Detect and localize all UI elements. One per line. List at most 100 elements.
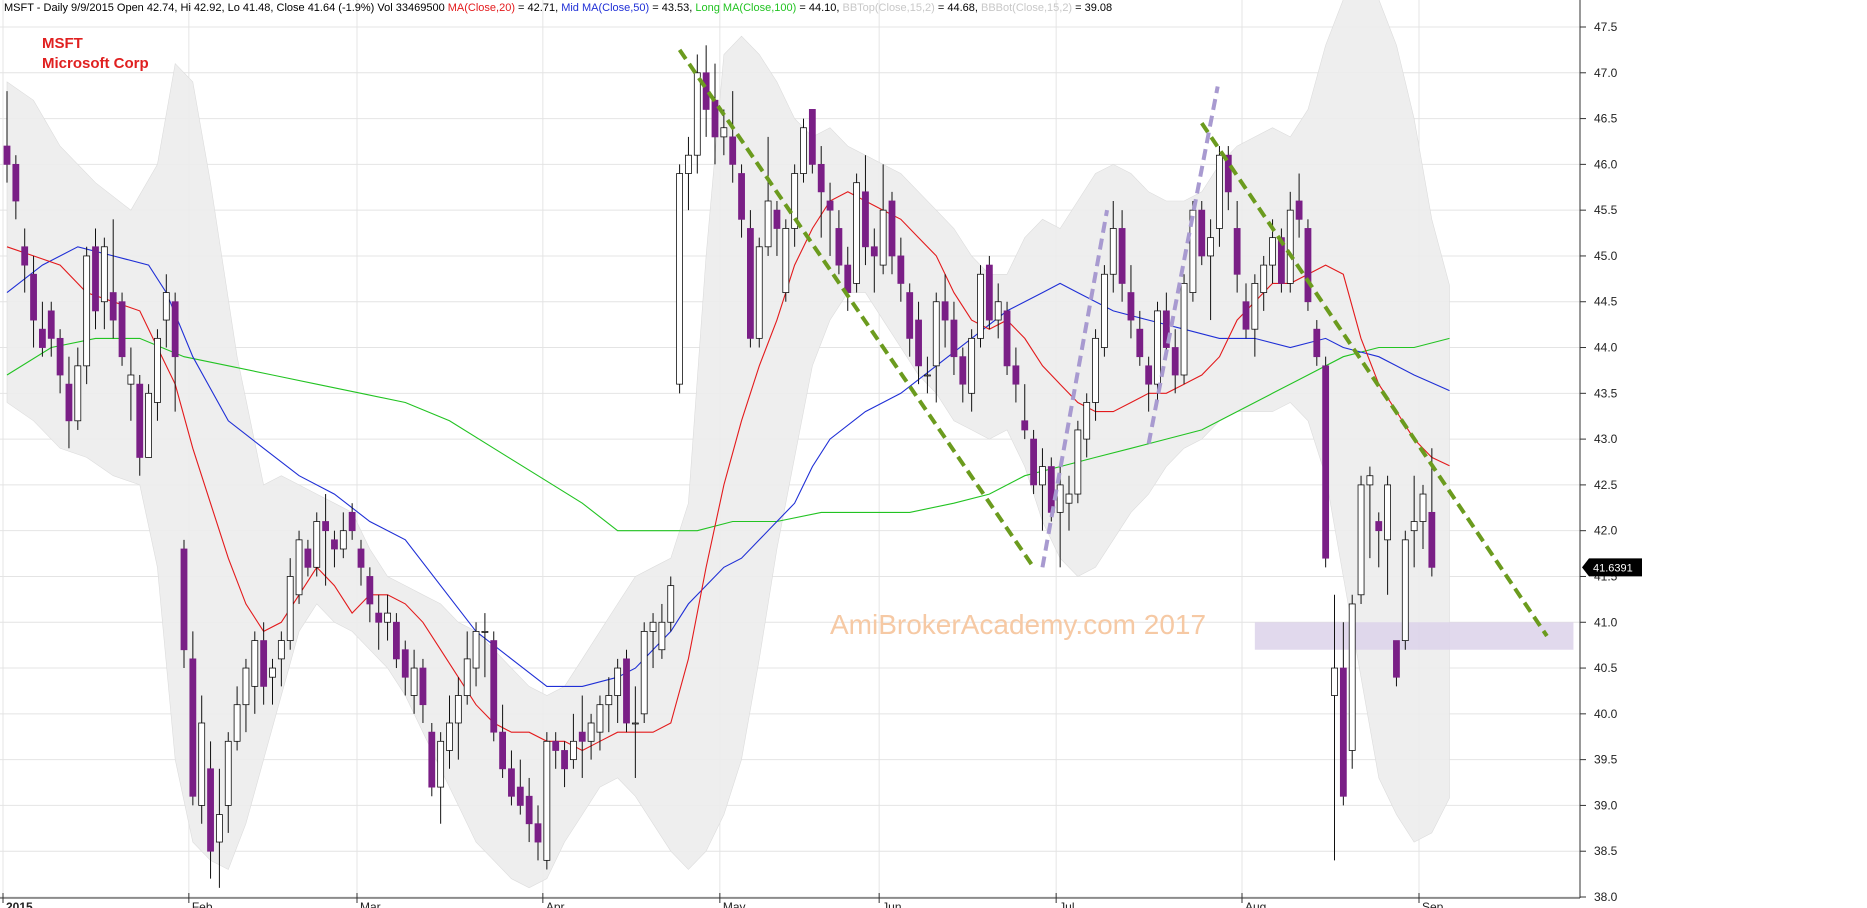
candle-down [1375,521,1383,532]
candle-down [30,273,37,321]
candle-up [437,740,445,788]
last-price-label: 41.6391 [1593,562,1633,574]
candle-up [1357,484,1365,596]
candle-down [1322,365,1330,559]
candle-up [1216,154,1223,229]
candle-up [614,667,622,696]
candle-up [596,704,604,733]
price-tick-label: 44.0 [1594,341,1618,355]
header-segment: MSFT - Daily 9/9/2015 Open 42.74, Hi 42.… [4,2,448,14]
date-tick-label: Jul [1059,900,1074,908]
price-tick-label: 47.0 [1594,66,1618,80]
candle-up [755,246,763,339]
price-tick-label: 43.0 [1594,432,1618,446]
candle-up [658,621,666,651]
header-segment: Long MA(Close,100) [695,2,796,14]
candle-down [906,292,914,339]
candle-down [1012,365,1020,385]
candle-down [817,163,825,193]
date-tick-label: Aug [1245,900,1266,908]
candle-down [1198,209,1206,257]
candle-down [1127,292,1135,321]
candle-up [1331,667,1338,696]
header-segment: BBTop(Close,15,2) [842,2,934,14]
candle-up [676,173,683,385]
date-tick-label: 2015 [6,900,33,908]
candle-up [1366,475,1374,486]
price-tick-label: 45.5 [1594,203,1618,217]
candle-up [410,667,418,696]
candle-down [1393,640,1400,678]
date-tick-label: Jun [882,900,901,908]
price-tick-label: 47.5 [1594,20,1618,34]
candle-down [331,539,338,550]
candle-down [1233,228,1241,275]
candle-down [109,292,117,321]
candle-down [21,246,29,266]
candle-up [224,740,232,806]
candle-down [419,667,427,706]
candle-up [481,631,489,633]
candle-up [685,154,692,174]
stock-chart: AmiBrokerAcademy.com 2017 38.0 38.5 39.0 39… [0,0,1867,908]
price-tick-label: 39.5 [1594,753,1618,767]
price-tick-label: 43.5 [1594,386,1618,400]
candle-down [561,750,568,770]
candle-up [640,631,648,715]
price-tick-label: 39.0 [1594,798,1618,812]
candle-down [39,328,46,348]
header-segment: = 43.53, [649,2,695,14]
candle-down [1304,228,1312,303]
candle-down [888,200,896,257]
candle-up [1092,337,1099,403]
candle-down [711,99,719,138]
candle-down [826,200,834,211]
header-segment: = 39.08 [1072,2,1112,14]
candle-up [1039,466,1046,486]
candle-down [357,548,365,568]
price-tick-label: 42.5 [1594,478,1618,492]
candle-up [879,209,887,266]
candle-up [472,631,480,669]
candlestick-chart-svg: AmiBrokerAcademy.com 2017 38.0 38.5 39.0 39… [0,0,1867,908]
candle-down [1242,301,1250,330]
candle-up [1083,402,1091,440]
candle-down [375,612,383,623]
candle-up [853,182,860,284]
support-zone [1254,622,1574,650]
candle-up [1260,264,1268,293]
candle-up [100,246,108,303]
candle-up [83,255,91,367]
candle-down [959,356,967,385]
candle-up [1419,493,1427,522]
price-tick-label: 40.5 [1594,661,1618,675]
header-segment: = 44.10, [796,2,842,14]
candle-up [215,814,223,843]
candle-down [1313,328,1321,358]
candle-up [649,621,657,632]
candle-up [127,374,135,385]
candle-up [994,301,1002,321]
candle-up [968,337,976,394]
price-tick-label: 46.5 [1594,112,1618,126]
date-tick-label: Sep [1422,900,1444,908]
candle-down [950,319,958,358]
chart-background [0,0,1867,908]
candle-up [1207,237,1214,257]
candle-down [525,795,533,825]
candle-down [118,301,126,358]
candle-down [738,173,745,220]
candle-down [401,649,409,678]
candle-up [631,722,639,725]
candle-up [242,667,250,706]
candle-down [1003,310,1011,367]
header-segment: Mid MA(Close,50) [561,2,649,14]
price-tick-label: 38.0 [1594,890,1618,904]
candle-up [74,365,82,422]
candle-down [1145,365,1153,385]
candle-up [1410,521,1418,532]
candle-up [782,228,790,293]
candle-down [490,640,498,733]
candle-up [570,740,577,761]
candle-up [764,200,772,248]
